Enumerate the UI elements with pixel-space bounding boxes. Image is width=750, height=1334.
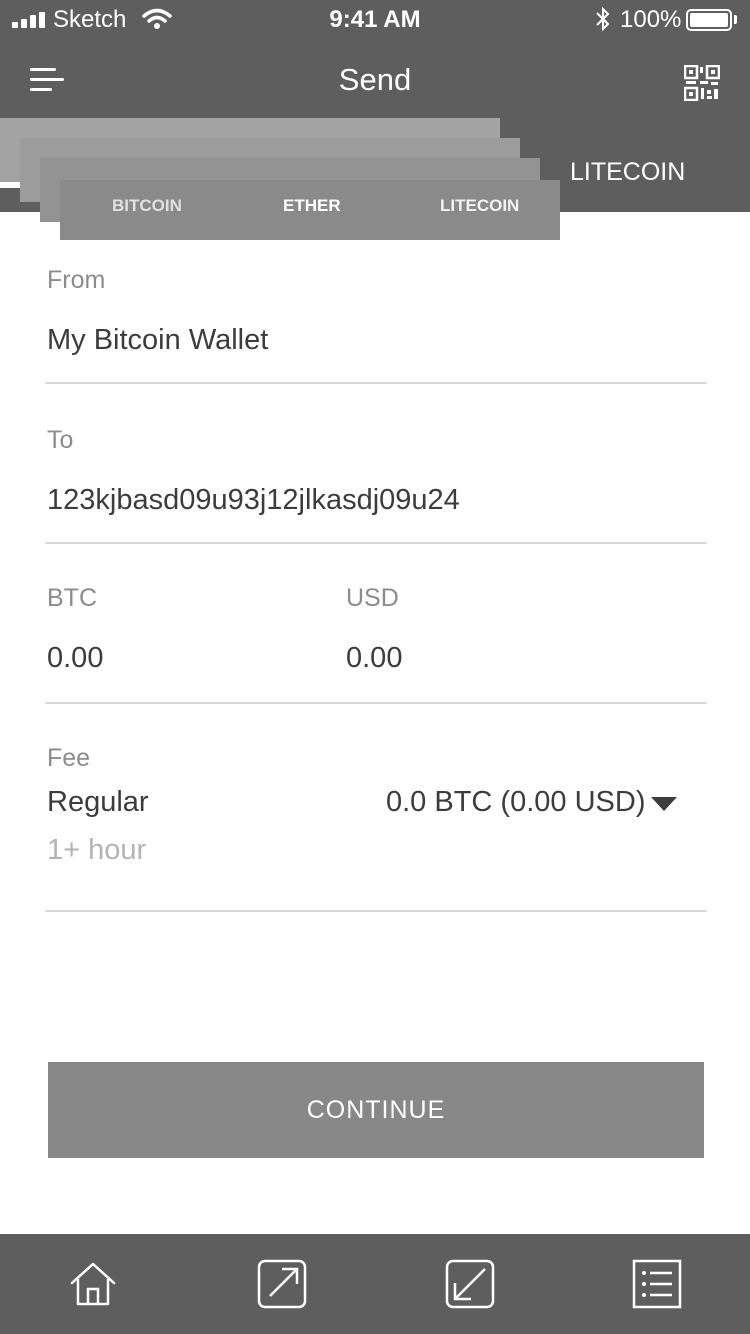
continue-button[interactable]: CONTINUE — [48, 1062, 704, 1158]
nav-bar: Send — [0, 40, 750, 128]
page-title: Send — [338, 62, 412, 97]
usd-label: USD — [346, 584, 399, 612]
to-address-field[interactable]: 123kjbasd09u93j12jlkasdj09u24 — [47, 484, 460, 517]
from-field[interactable]: My Bitcoin Wallet — [47, 324, 268, 357]
fee-amount-select[interactable]: 0.0 BTC (0.00 USD) — [386, 786, 645, 819]
btc-label: BTC — [47, 584, 97, 612]
bottom-tab-bar — [0, 1234, 750, 1334]
tab-bitcoin[interactable]: BITCOIN — [112, 196, 182, 216]
chevron-down-icon[interactable] — [651, 797, 677, 811]
home-icon[interactable] — [68, 1259, 118, 1309]
divider — [45, 542, 707, 544]
to-label: To — [47, 426, 74, 454]
tab-ether[interactable]: ETHER — [283, 196, 341, 216]
bluetooth-icon — [596, 6, 610, 32]
send-icon[interactable] — [257, 1259, 307, 1309]
tab-litecoin-selected[interactable]: LITECOIN — [570, 158, 685, 187]
divider — [45, 382, 707, 384]
from-label: From — [47, 266, 106, 294]
transactions-icon[interactable] — [632, 1259, 682, 1309]
btc-amount-field[interactable]: 0.00 — [47, 642, 103, 675]
currency-card-front: BITCOIN ETHER LITECOIN — [60, 180, 560, 240]
status-bar: Sketch 9:41 AM 100% — [0, 0, 750, 40]
qr-code-icon[interactable] — [684, 65, 720, 101]
usd-amount-field[interactable]: 0.00 — [346, 642, 402, 675]
divider — [45, 702, 707, 704]
fee-label: Fee — [47, 744, 91, 772]
battery-percentage: 100% — [620, 6, 682, 33]
fee-time: 1+ hour — [47, 834, 147, 866]
fee-speed[interactable]: Regular — [47, 786, 149, 819]
battery-icon — [686, 9, 732, 31]
tab-litecoin[interactable]: LITECOIN — [440, 196, 519, 216]
divider — [45, 910, 707, 912]
receive-icon[interactable] — [445, 1259, 495, 1309]
